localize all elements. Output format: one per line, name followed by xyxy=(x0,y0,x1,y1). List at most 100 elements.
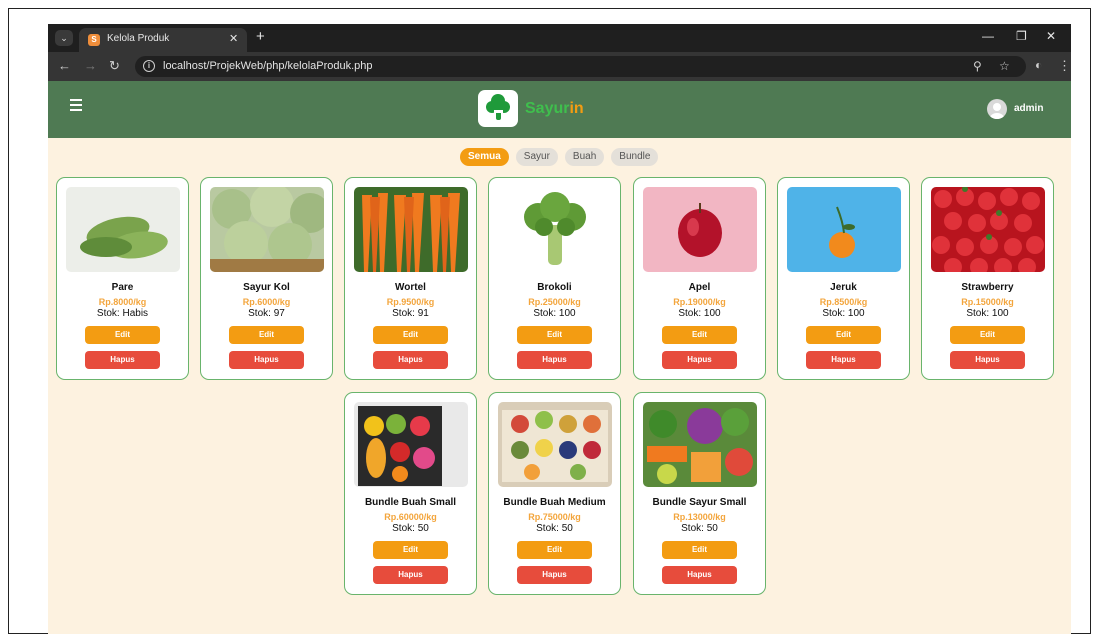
edit-button[interactable]: Edit xyxy=(373,326,448,344)
product-card: Bundle Sayur Small Rp.13000/kg Stok: 50 … xyxy=(633,392,766,595)
product-name: Wortel xyxy=(395,282,426,293)
app-header: Sayurin admin xyxy=(48,81,1071,138)
product-name: Brokoli xyxy=(537,282,572,293)
new-tab-icon[interactable]: + xyxy=(256,28,265,45)
edit-button[interactable]: Edit xyxy=(85,326,160,344)
broccoli-image xyxy=(498,187,612,272)
product-stock: Stok: Habis xyxy=(96,308,149,319)
delete-button[interactable]: Hapus xyxy=(517,351,592,369)
product-stock: Stok: 50 xyxy=(681,523,718,534)
vegetable-box-image xyxy=(643,402,757,487)
close-tab-icon[interactable]: ✕ xyxy=(229,32,238,45)
category-filters: Semua Sayur Buah Bundle xyxy=(460,148,659,166)
profile-icon[interactable]: ◐ xyxy=(1035,58,1042,72)
browser-tab[interactable]: S Kelola Produk ✕ xyxy=(79,28,247,52)
delete-button[interactable]: Hapus xyxy=(662,566,737,584)
restore-icon[interactable]: ❐ xyxy=(1016,29,1027,43)
delete-button[interactable]: Hapus xyxy=(806,351,881,369)
product-stock: Stok: 91 xyxy=(392,308,429,319)
back-icon[interactable]: ← xyxy=(58,58,71,73)
product-price: Rp.9500/kg xyxy=(386,297,435,307)
forward-icon[interactable]: → xyxy=(84,58,97,73)
edit-button[interactable]: Edit xyxy=(373,541,448,559)
delete-button[interactable]: Hapus xyxy=(373,351,448,369)
product-price: Rp.6000/kg xyxy=(242,297,291,307)
filter-bundle[interactable]: Bundle xyxy=(611,148,659,166)
product-name: Apel xyxy=(688,282,711,293)
apple-image xyxy=(643,187,757,272)
product-card: Wortel Rp.9500/kg Stok: 91 Edit Hapus xyxy=(344,177,477,380)
filter-sayur[interactable]: Sayur xyxy=(515,148,558,166)
minimize-icon[interactable]: — xyxy=(982,29,994,43)
browser-window: ⌄ S Kelola Produk ✕ + — ❐ ✕ ← → ↻ i loca… xyxy=(48,24,1071,634)
delete-button[interactable]: Hapus xyxy=(85,351,160,369)
username[interactable]: admin xyxy=(1014,103,1043,114)
product-name: Bundle Sayur Small xyxy=(652,497,747,508)
edit-button[interactable]: Edit xyxy=(662,326,737,344)
delete-button[interactable]: Hapus xyxy=(229,351,304,369)
edit-button[interactable]: Edit xyxy=(950,326,1025,344)
brand-name-part2: in xyxy=(569,100,584,117)
product-card: Jeruk Rp.8500/kg Stok: 100 Edit Hapus xyxy=(777,177,910,380)
brand-logo[interactable]: Sayurin xyxy=(525,100,584,118)
product-card: Pare Rp.8000/kg Stok: Habis Edit Hapus xyxy=(56,177,189,380)
tab-title: Kelola Produk xyxy=(107,33,170,44)
product-card: Bundle Buah Small Rp.60000/kg Stok: 50 E… xyxy=(344,392,477,595)
filter-semua[interactable]: Semua xyxy=(460,148,509,166)
screenshot-frame: ⌄ S Kelola Produk ✕ + — ❐ ✕ ← → ↻ i loca… xyxy=(8,8,1091,634)
product-stock: Stok: 100 xyxy=(533,308,576,319)
reload-icon[interactable]: ↻ xyxy=(109,58,120,74)
product-price: Rp.8000/kg xyxy=(98,297,147,307)
product-stock: Stok: 100 xyxy=(966,308,1009,319)
product-name: Strawberry xyxy=(961,282,1014,293)
edit-button[interactable]: Edit xyxy=(517,541,592,559)
edit-button[interactable]: Edit xyxy=(517,326,592,344)
product-price: Rp.13000/kg xyxy=(673,512,726,522)
strawberry-image xyxy=(931,187,1045,272)
product-card: Brokoli Rp.25000/kg Stok: 100 Edit Hapus xyxy=(488,177,621,380)
brand-name-part1: Sayur xyxy=(525,100,570,117)
product-price: Rp.25000/kg xyxy=(528,297,581,307)
menu-icon[interactable] xyxy=(70,99,82,111)
edit-button[interactable]: Edit xyxy=(806,326,881,344)
edit-button[interactable]: Edit xyxy=(662,541,737,559)
orange-image xyxy=(787,187,901,272)
product-card: Apel Rp.19000/kg Stok: 100 Edit Hapus xyxy=(633,177,766,380)
close-window-icon[interactable]: ✕ xyxy=(1046,29,1056,43)
delete-button[interactable]: Hapus xyxy=(373,566,448,584)
delete-button[interactable]: Hapus xyxy=(517,566,592,584)
product-stock: Stok: 50 xyxy=(392,523,429,534)
product-card: Sayur Kol Rp.6000/kg Stok: 97 Edit Hapus xyxy=(200,177,333,380)
url-input[interactable]: i localhost/ProjekWeb/php/kelolaProduk.p… xyxy=(135,56,1026,77)
bitter-melon-image xyxy=(66,187,180,272)
product-price: Rp.19000/kg xyxy=(673,297,726,307)
bookmark-star-icon[interactable]: ☆ xyxy=(999,59,1010,73)
favicon-icon: S xyxy=(88,34,100,46)
zoom-icon[interactable]: ⚲ xyxy=(973,59,982,73)
delete-button[interactable]: Hapus xyxy=(950,351,1025,369)
filter-buah[interactable]: Buah xyxy=(564,148,605,166)
carrot-image xyxy=(354,187,468,272)
edit-button[interactable]: Edit xyxy=(229,326,304,344)
delete-button[interactable]: Hapus xyxy=(662,351,737,369)
avatar[interactable] xyxy=(987,99,1007,119)
browser-menu-icon[interactable]: ⋮ xyxy=(1058,58,1071,74)
product-name: Pare xyxy=(111,282,134,293)
product-stock: Stok: 97 xyxy=(248,308,285,319)
broccoli-logo-icon xyxy=(478,90,518,127)
cabbage-image xyxy=(210,187,324,272)
product-price: Rp.60000/kg xyxy=(384,512,437,522)
product-stock: Stok: 50 xyxy=(536,523,573,534)
site-info-icon[interactable]: i xyxy=(143,60,155,72)
address-bar: ← → ↻ i localhost/ProjekWeb/php/kelolaPr… xyxy=(48,52,1071,81)
product-name: Bundle Buah Medium xyxy=(503,497,606,508)
url-text: localhost/ProjekWeb/php/kelolaProduk.php xyxy=(163,60,373,72)
product-price: Rp.75000/kg xyxy=(528,512,581,522)
tab-search-icon[interactable]: ⌄ xyxy=(55,30,73,46)
app-page: Sayurin admin Semua Sayur Buah Bundle Pa… xyxy=(48,81,1071,634)
product-card: Strawberry Rp.15000/kg Stok: 100 Edit Ha… xyxy=(921,177,1054,380)
fruit-box-medium-image xyxy=(498,402,612,487)
product-stock: Stok: 100 xyxy=(678,308,721,319)
product-name: Sayur Kol xyxy=(243,282,290,293)
product-price: Rp.8500/kg xyxy=(819,297,868,307)
